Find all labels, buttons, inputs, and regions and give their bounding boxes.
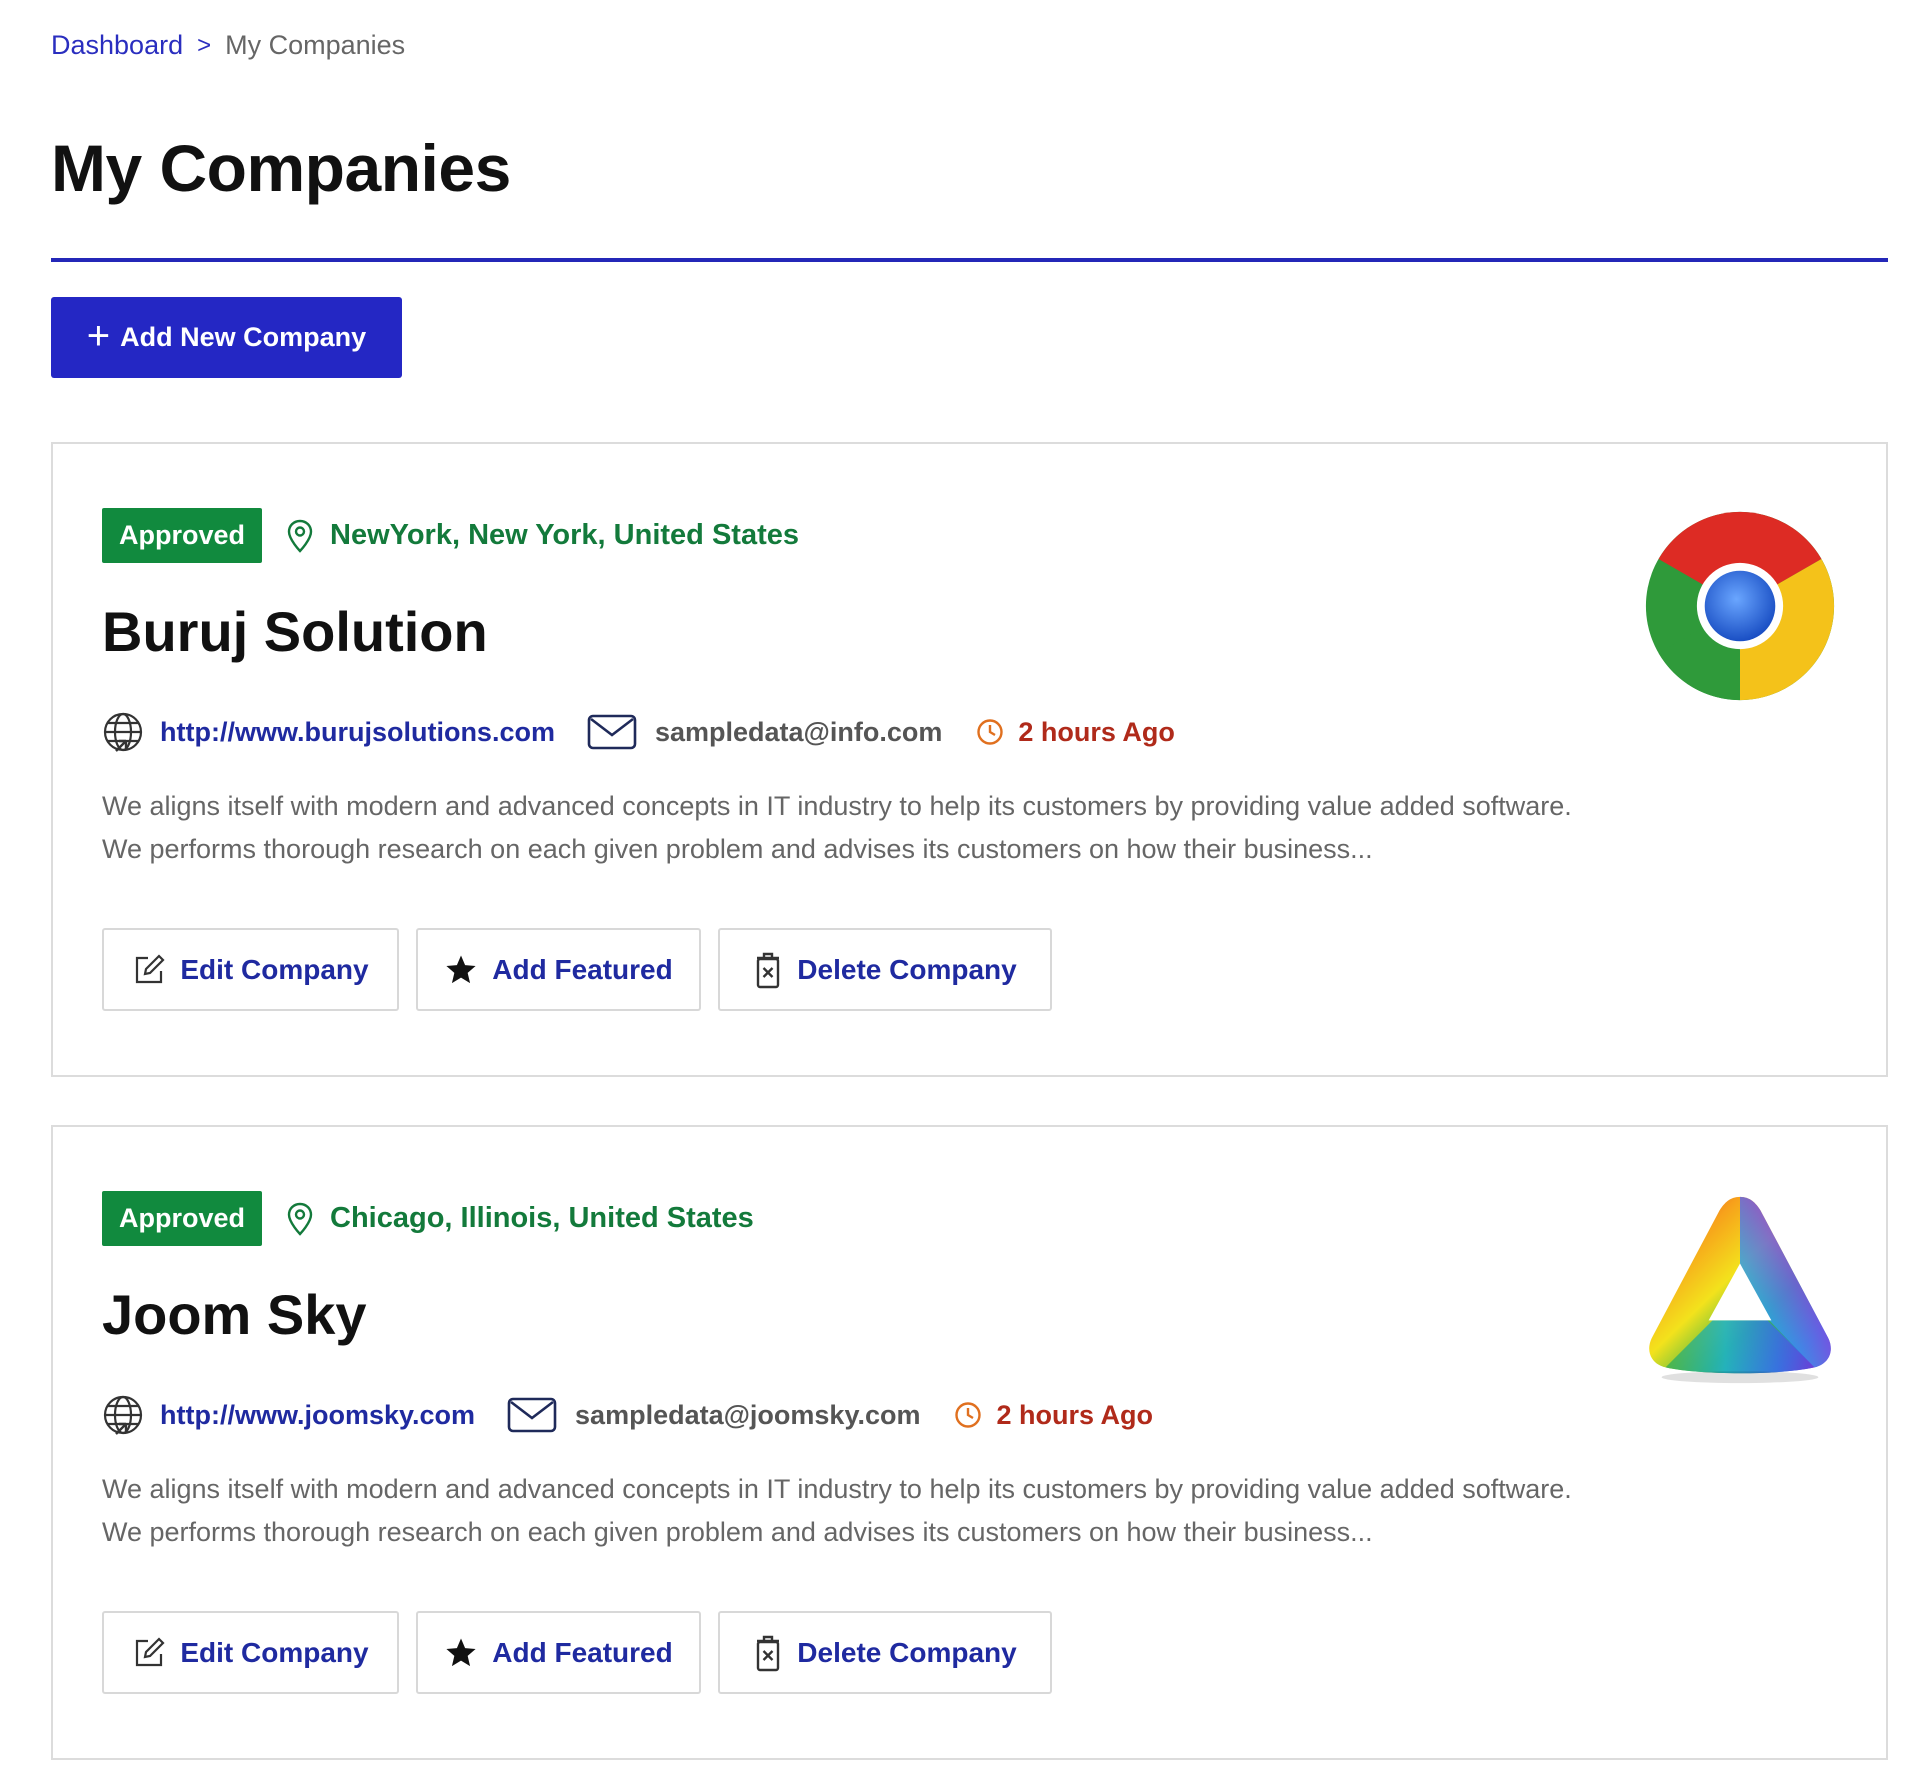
clock-icon	[955, 1402, 982, 1428]
company-email: sampledata@joomsky.com	[575, 1399, 921, 1430]
globe-icon	[103, 712, 143, 752]
mail-icon	[507, 1397, 557, 1433]
card-header-row: Approved NewYork, New York, United State…	[102, 508, 799, 563]
breadcrumb-separator: >	[197, 31, 212, 59]
star-icon	[446, 955, 476, 983]
trash-icon	[757, 1635, 780, 1671]
delete-company-label: Delete Company	[797, 953, 1017, 985]
company-actions: Edit Company Add Featured Delete Company	[102, 1611, 1052, 1694]
rainbow-triangle-logo-icon[interactable]	[1642, 1191, 1838, 1387]
add-new-company-button[interactable]: + Add New Company	[51, 297, 402, 378]
star-icon	[446, 1638, 476, 1666]
mail-icon	[587, 714, 637, 750]
edit-company-button[interactable]: Edit Company	[102, 928, 399, 1011]
add-featured-button[interactable]: Add Featured	[416, 1611, 701, 1694]
company-description: We aligns itself with modern and advance…	[102, 1474, 1572, 1547]
breadcrumb: Dashboard > My Companies	[51, 30, 405, 61]
add-featured-label: Add Featured	[492, 1636, 673, 1668]
chrome-logo-icon[interactable]	[1642, 508, 1838, 704]
company-name: Joom Sky	[102, 1283, 367, 1346]
card-header-row: Approved Chicago, Illinois, United State…	[102, 1191, 754, 1246]
map-pin-icon	[287, 519, 313, 553]
edit-icon	[136, 953, 165, 983]
breadcrumb-dashboard-link[interactable]: Dashboard	[51, 30, 183, 61]
company-location-text: NewYork, New York, United States	[330, 519, 799, 551]
clock-icon	[977, 719, 1004, 745]
map-pin-icon	[287, 1202, 313, 1236]
title-divider	[51, 258, 1888, 262]
edit-company-button[interactable]: Edit Company	[102, 1611, 399, 1694]
company-website-link[interactable]: http://www.joomsky.com	[160, 1400, 475, 1431]
company-location: NewYork, New York, United States	[286, 519, 799, 553]
company-email: sampledata@info.com	[654, 716, 943, 747]
page-title: My Companies	[51, 131, 511, 205]
globe-icon	[103, 1395, 143, 1435]
company-meta-row: http://www.joomsky.com sampledata@joomsk…	[102, 1394, 1153, 1436]
edit-icon	[136, 1636, 165, 1666]
posted-time: 2 hours Ago	[1018, 716, 1175, 747]
company-actions: Edit Company Add Featured Delete Company	[102, 928, 1052, 1011]
company-description: We aligns itself with modern and advance…	[102, 791, 1572, 864]
company-name: Buruj Solution	[102, 600, 488, 663]
company-location-text: Chicago, Illinois, United States	[330, 1202, 754, 1234]
status-badge: Approved	[102, 1191, 263, 1246]
add-featured-label: Add Featured	[492, 953, 673, 985]
my-companies-page: Dashboard > My Companies My Companies + …	[0, 0, 1920, 1780]
company-card: Approved Chicago, Illinois, United State…	[51, 1125, 1888, 1760]
plus-icon: +	[86, 313, 111, 358]
status-badge: Approved	[102, 508, 263, 563]
edit-company-label: Edit Company	[180, 1636, 369, 1668]
breadcrumb-current: My Companies	[225, 30, 406, 60]
trash-icon	[757, 952, 780, 988]
edit-company-label: Edit Company	[180, 953, 369, 985]
delete-company-label: Delete Company	[797, 1636, 1017, 1668]
company-location: Chicago, Illinois, United States	[286, 1202, 754, 1236]
delete-company-button[interactable]: Delete Company	[718, 928, 1052, 1011]
company-website-link[interactable]: http://www.burujsolutions.com	[160, 717, 555, 748]
posted-time: 2 hours Ago	[996, 1399, 1153, 1430]
company-meta-row: http://www.burujsolutions.com sampledata…	[102, 711, 1175, 753]
delete-company-button[interactable]: Delete Company	[718, 1611, 1052, 1694]
add-new-company-label: Add New Company	[120, 322, 367, 352]
add-featured-button[interactable]: Add Featured	[416, 928, 701, 1011]
company-card: Approved NewYork, New York, United State…	[51, 442, 1888, 1077]
